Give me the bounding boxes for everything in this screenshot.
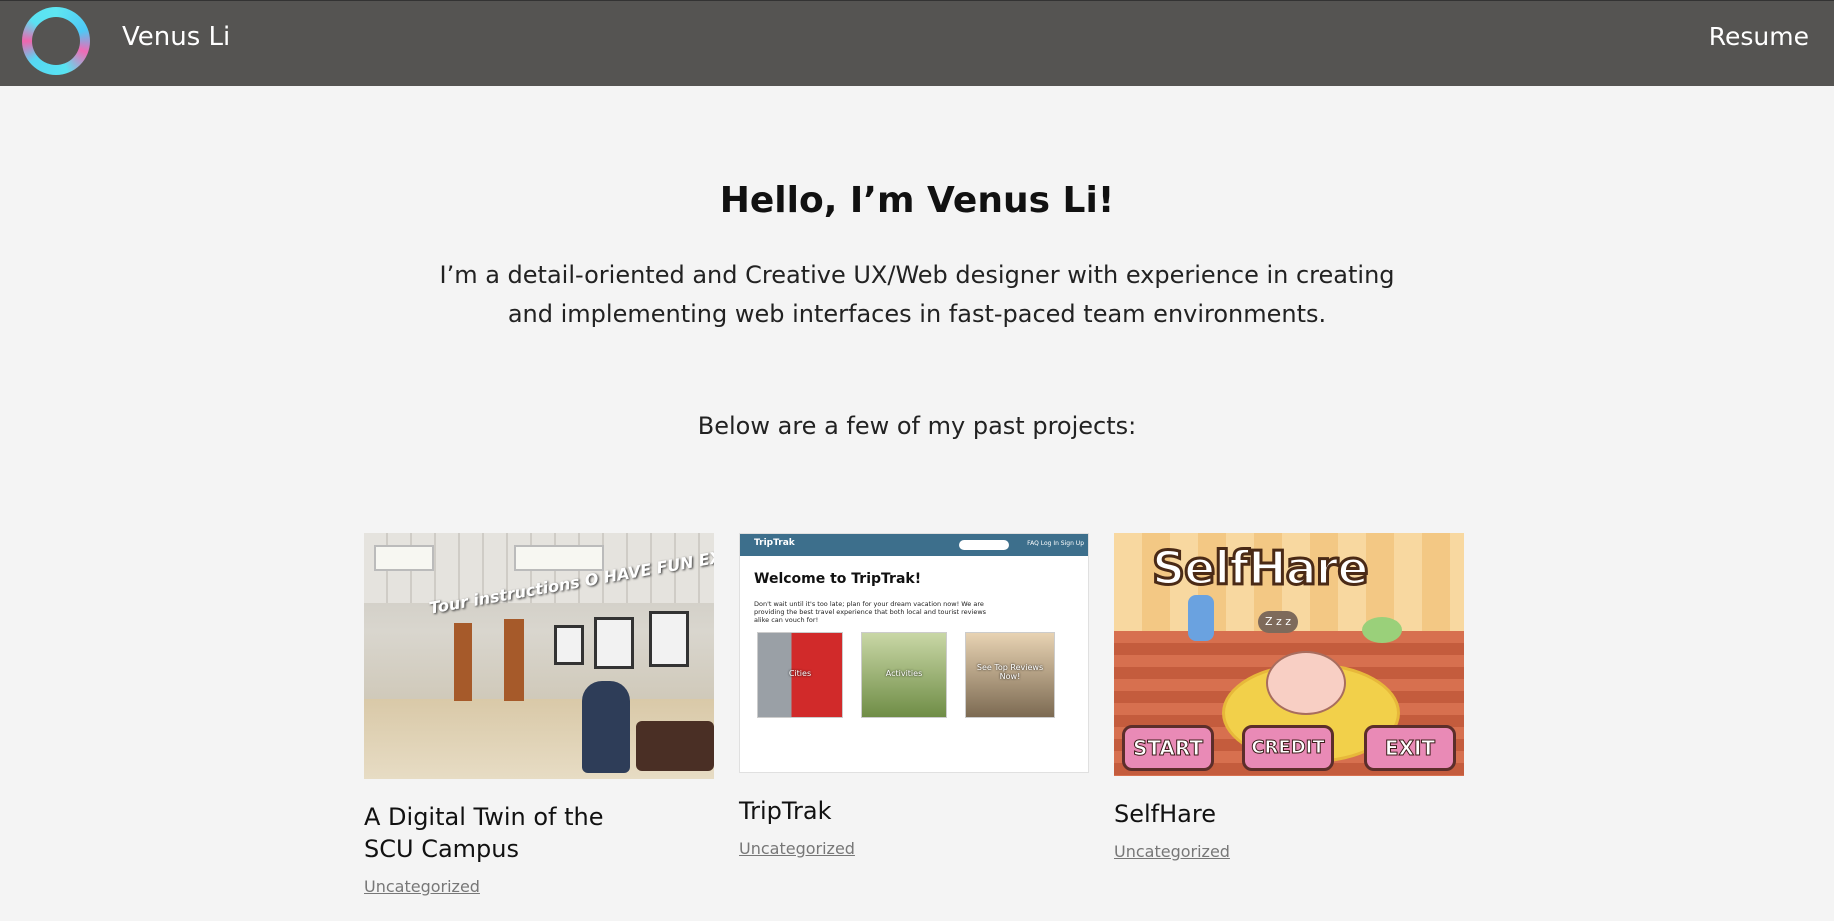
- ceiling-light-graphic: [374, 545, 434, 571]
- ceiling-light-graphic: [514, 545, 604, 571]
- project-thumbnail-digital-twin[interactable]: Tour instructions O HAVE FUN EX: [364, 533, 714, 779]
- triptrak-tile-activities: Activities: [861, 632, 947, 718]
- lettuce-graphic: [1362, 617, 1402, 643]
- sofa-graphic: [636, 721, 714, 771]
- project-category-link[interactable]: Uncategorized: [364, 877, 480, 897]
- project-card-selfhare: Z z z SelfHare START CREDIT EXIT SelfHar…: [1114, 533, 1464, 862]
- door-graphic: [454, 623, 472, 701]
- game-title-logo: SelfHare: [1151, 540, 1371, 597]
- project-title-link[interactable]: SelfHare: [1114, 798, 1464, 830]
- triptrak-nav-links: FAQ Log In Sign Up: [1027, 540, 1084, 547]
- door-graphic: [504, 619, 524, 701]
- projects-intro: Below are a few of my past projects:: [697, 412, 1137, 440]
- sleep-bubble: Z z z: [1258, 611, 1298, 633]
- triptrak-blurb: Don't wait until it's too late; plan for…: [754, 600, 987, 624]
- hero-title: Hello, I’m Venus Li!: [719, 180, 1115, 221]
- project-card-triptrak: TripTrak FAQ Log In Sign Up Welcome to T…: [739, 533, 1089, 859]
- triptrak-tile-reviews: See Top Reviews Now!: [965, 632, 1055, 718]
- triptrak-heading: Welcome to TripTrak!: [754, 571, 922, 587]
- project-card-digital-twin: Tour instructions O HAVE FUN EX A Digita…: [364, 533, 714, 897]
- project-thumbnail-selfhare[interactable]: Z z z SelfHare START CREDIT EXIT: [1114, 533, 1464, 776]
- game-credit-button: CREDIT: [1242, 725, 1334, 771]
- resume-link[interactable]: Resume: [1709, 21, 1809, 53]
- portrait-frame-graphic: [554, 625, 584, 665]
- site-logo-icon[interactable]: [22, 7, 90, 75]
- popsicle-graphic: [1188, 595, 1214, 641]
- portrait-frame-graphic: [594, 617, 634, 669]
- triptrak-navbar: TripTrak FAQ Log In Sign Up: [740, 534, 1088, 556]
- triptrak-brand: TripTrak: [754, 538, 795, 548]
- site-header: Venus Li Resume: [0, 0, 1834, 86]
- site-title-link[interactable]: Venus Li: [122, 21, 230, 53]
- hero-description: I’m a detail-oriented and Creative UX/We…: [439, 261, 1395, 328]
- project-title-link[interactable]: TripTrak: [739, 795, 1089, 827]
- person-graphic: [582, 681, 630, 773]
- sleeping-bunny-graphic: [1266, 651, 1346, 715]
- game-exit-button: EXIT: [1364, 725, 1456, 771]
- project-thumbnail-triptrak[interactable]: TripTrak FAQ Log In Sign Up Welcome to T…: [739, 533, 1089, 773]
- project-category-link[interactable]: Uncategorized: [739, 839, 855, 859]
- portrait-frame-graphic: [649, 611, 689, 667]
- triptrak-search-graphic: [959, 540, 1009, 550]
- project-title-link[interactable]: A Digital Twin of the SCU Campus: [364, 801, 624, 865]
- game-start-button: START: [1122, 725, 1214, 771]
- project-category-link[interactable]: Uncategorized: [1114, 842, 1230, 862]
- triptrak-tile-cities: Cities: [757, 632, 843, 718]
